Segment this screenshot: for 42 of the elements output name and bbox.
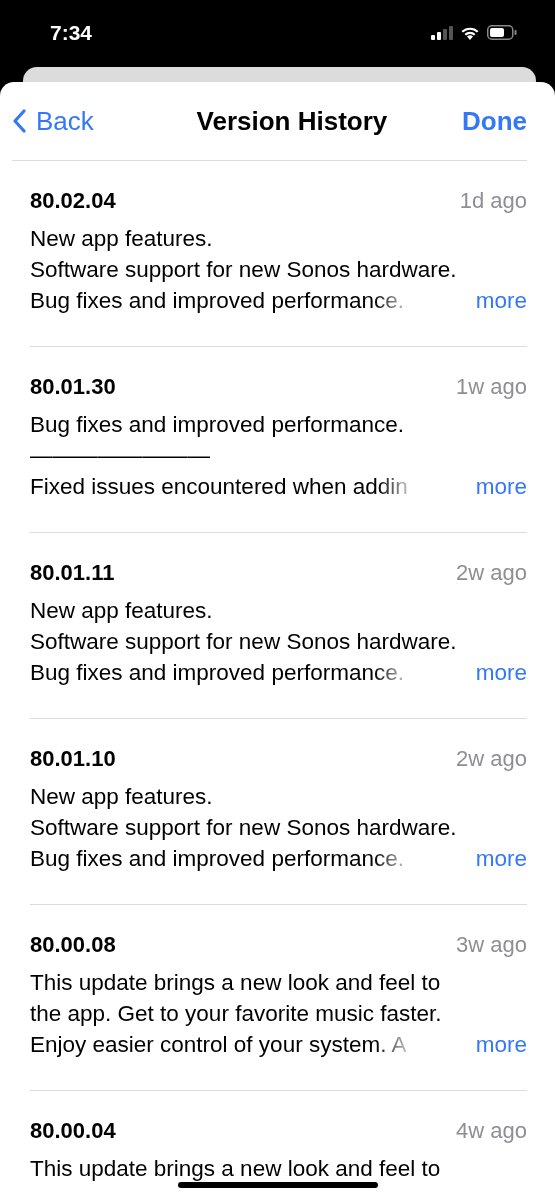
version-number: 80.01.10 bbox=[30, 746, 116, 772]
release-date: 2w ago bbox=[456, 560, 527, 586]
status-time: 7:34 bbox=[50, 20, 93, 45]
page-title: Version History bbox=[196, 105, 388, 137]
release-note: Bug fixes and improved performance. bbox=[30, 411, 404, 439]
version-number: 80.01.11 bbox=[30, 560, 115, 586]
release-note: Bug fixes and improved performance. bbox=[30, 287, 404, 315]
release-note: the app. Get to your favorite music faster. bbox=[30, 1000, 442, 1028]
back-label: Back bbox=[36, 105, 94, 137]
release-date: 1w ago bbox=[456, 374, 527, 400]
release-note: Software support for new Sonos hardware. bbox=[30, 814, 457, 842]
signal-icon bbox=[431, 25, 453, 40]
battery-icon bbox=[487, 25, 517, 40]
release-note: Bug fixes and improved performance. bbox=[30, 659, 404, 687]
more-link[interactable]: more bbox=[475, 285, 527, 316]
more-link[interactable]: more bbox=[475, 1029, 527, 1060]
more-link[interactable]: more bbox=[475, 657, 527, 688]
release-note: Software support for new Sonos hardware. bbox=[30, 256, 457, 284]
version-number: 80.02.04 bbox=[30, 188, 116, 214]
release-date: 3w ago bbox=[456, 932, 527, 958]
version-number: 80.00.08 bbox=[30, 932, 116, 958]
release-note: ———————— bbox=[30, 442, 210, 470]
release-note: New app features. bbox=[30, 597, 213, 625]
release-date: 2w ago bbox=[456, 746, 527, 772]
version-number: 80.01.30 bbox=[30, 374, 116, 400]
release-note: This update brings a new look and feel to bbox=[30, 1155, 441, 1183]
done-button[interactable]: Done bbox=[462, 105, 527, 137]
more-link[interactable]: more bbox=[475, 471, 527, 502]
release-note: This update brings a new look and feel to bbox=[30, 969, 441, 997]
release-note: Bug fixes and improved performance. bbox=[30, 845, 404, 873]
release-note: Enjoy easier control of your system. A bbox=[30, 1031, 407, 1059]
release-date: 1d ago bbox=[459, 188, 527, 214]
wifi-icon bbox=[460, 25, 480, 40]
chevron-icon bbox=[12, 109, 26, 133]
back-button[interactable]: Back bbox=[12, 105, 94, 137]
release-note: Fixed issues encountered when addin bbox=[30, 473, 408, 501]
more-link[interactable]: more bbox=[475, 843, 527, 874]
release-note: New app features. bbox=[30, 225, 213, 253]
version-number: 80.00.04 bbox=[30, 1118, 116, 1144]
release-date: 4w ago bbox=[456, 1118, 527, 1144]
release-note: Software support for new Sonos hardware. bbox=[30, 628, 457, 656]
release-note: New app features. bbox=[30, 783, 213, 811]
